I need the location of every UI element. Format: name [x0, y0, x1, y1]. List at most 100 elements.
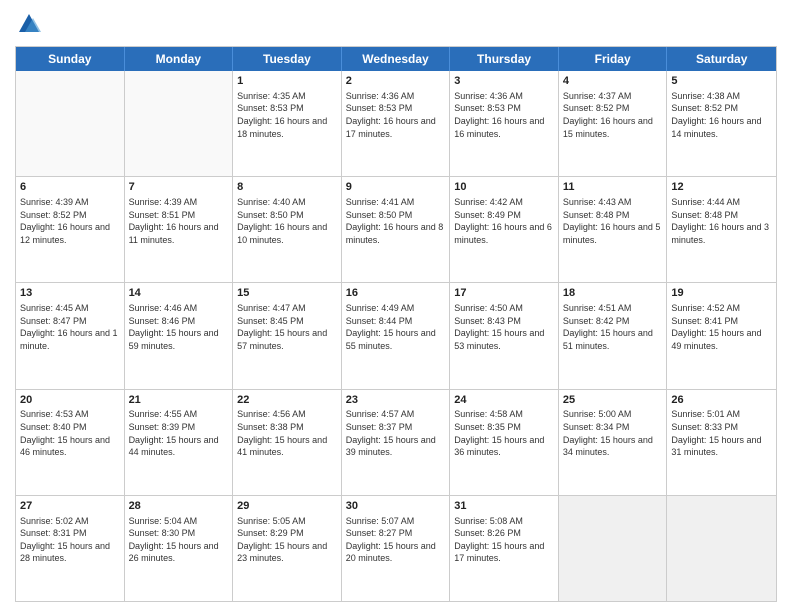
day-number: 16 [346, 286, 446, 301]
day-number: 9 [346, 180, 446, 195]
day-number: 29 [237, 499, 337, 514]
calendar-cell: 22Sunrise: 4:56 AM Sunset: 8:38 PM Dayli… [233, 390, 342, 495]
weekday-header: Saturday [667, 47, 776, 71]
calendar-row: 13Sunrise: 4:45 AM Sunset: 8:47 PM Dayli… [16, 283, 776, 389]
day-number: 17 [454, 286, 554, 301]
calendar-cell: 19Sunrise: 4:52 AM Sunset: 8:41 PM Dayli… [667, 283, 776, 388]
calendar-cell: 16Sunrise: 4:49 AM Sunset: 8:44 PM Dayli… [342, 283, 451, 388]
cell-info: Sunrise: 4:40 AM Sunset: 8:50 PM Dayligh… [237, 196, 337, 246]
day-number: 27 [20, 499, 120, 514]
calendar: SundayMondayTuesdayWednesdayThursdayFrid… [15, 46, 777, 602]
cell-info: Sunrise: 4:39 AM Sunset: 8:52 PM Dayligh… [20, 196, 120, 246]
cell-info: Sunrise: 4:57 AM Sunset: 8:37 PM Dayligh… [346, 408, 446, 458]
cell-info: Sunrise: 4:51 AM Sunset: 8:42 PM Dayligh… [563, 302, 663, 352]
weekday-header: Thursday [450, 47, 559, 71]
day-number: 11 [563, 180, 663, 195]
day-number: 3 [454, 74, 554, 89]
day-number: 26 [671, 393, 772, 408]
day-number: 1 [237, 74, 337, 89]
calendar-row: 1Sunrise: 4:35 AM Sunset: 8:53 PM Daylig… [16, 71, 776, 177]
cell-info: Sunrise: 5:01 AM Sunset: 8:33 PM Dayligh… [671, 408, 772, 458]
calendar-cell-empty [16, 71, 125, 176]
day-number: 21 [129, 393, 229, 408]
weekday-header: Wednesday [342, 47, 451, 71]
calendar-cell: 7Sunrise: 4:39 AM Sunset: 8:51 PM Daylig… [125, 177, 234, 282]
calendar-cell: 12Sunrise: 4:44 AM Sunset: 8:48 PM Dayli… [667, 177, 776, 282]
calendar-cell: 18Sunrise: 4:51 AM Sunset: 8:42 PM Dayli… [559, 283, 668, 388]
weekday-header: Sunday [16, 47, 125, 71]
calendar-cell: 14Sunrise: 4:46 AM Sunset: 8:46 PM Dayli… [125, 283, 234, 388]
cell-info: Sunrise: 4:41 AM Sunset: 8:50 PM Dayligh… [346, 196, 446, 246]
calendar-cell-empty [559, 496, 668, 601]
cell-info: Sunrise: 4:50 AM Sunset: 8:43 PM Dayligh… [454, 302, 554, 352]
cell-info: Sunrise: 4:42 AM Sunset: 8:49 PM Dayligh… [454, 196, 554, 246]
logo [15, 10, 47, 38]
calendar-cell: 3Sunrise: 4:36 AM Sunset: 8:53 PM Daylig… [450, 71, 559, 176]
cell-info: Sunrise: 5:00 AM Sunset: 8:34 PM Dayligh… [563, 408, 663, 458]
day-number: 7 [129, 180, 229, 195]
day-number: 20 [20, 393, 120, 408]
day-number: 5 [671, 74, 772, 89]
calendar-cell: 31Sunrise: 5:08 AM Sunset: 8:26 PM Dayli… [450, 496, 559, 601]
day-number: 25 [563, 393, 663, 408]
calendar-cell: 28Sunrise: 5:04 AM Sunset: 8:30 PM Dayli… [125, 496, 234, 601]
calendar-cell: 9Sunrise: 4:41 AM Sunset: 8:50 PM Daylig… [342, 177, 451, 282]
day-number: 13 [20, 286, 120, 301]
calendar-cell: 29Sunrise: 5:05 AM Sunset: 8:29 PM Dayli… [233, 496, 342, 601]
calendar-cell: 11Sunrise: 4:43 AM Sunset: 8:48 PM Dayli… [559, 177, 668, 282]
cell-info: Sunrise: 4:47 AM Sunset: 8:45 PM Dayligh… [237, 302, 337, 352]
cell-info: Sunrise: 4:37 AM Sunset: 8:52 PM Dayligh… [563, 90, 663, 140]
day-number: 10 [454, 180, 554, 195]
cell-info: Sunrise: 4:53 AM Sunset: 8:40 PM Dayligh… [20, 408, 120, 458]
day-number: 31 [454, 499, 554, 514]
calendar-cell: 15Sunrise: 4:47 AM Sunset: 8:45 PM Dayli… [233, 283, 342, 388]
weekday-header: Tuesday [233, 47, 342, 71]
calendar-row: 6Sunrise: 4:39 AM Sunset: 8:52 PM Daylig… [16, 177, 776, 283]
header [15, 10, 777, 38]
cell-info: Sunrise: 5:04 AM Sunset: 8:30 PM Dayligh… [129, 515, 229, 565]
cell-info: Sunrise: 4:36 AM Sunset: 8:53 PM Dayligh… [454, 90, 554, 140]
page: SundayMondayTuesdayWednesdayThursdayFrid… [0, 0, 792, 612]
day-number: 19 [671, 286, 772, 301]
cell-info: Sunrise: 4:44 AM Sunset: 8:48 PM Dayligh… [671, 196, 772, 246]
cell-info: Sunrise: 4:56 AM Sunset: 8:38 PM Dayligh… [237, 408, 337, 458]
day-number: 22 [237, 393, 337, 408]
cell-info: Sunrise: 5:05 AM Sunset: 8:29 PM Dayligh… [237, 515, 337, 565]
cell-info: Sunrise: 4:36 AM Sunset: 8:53 PM Dayligh… [346, 90, 446, 140]
calendar-cell: 17Sunrise: 4:50 AM Sunset: 8:43 PM Dayli… [450, 283, 559, 388]
calendar-cell: 25Sunrise: 5:00 AM Sunset: 8:34 PM Dayli… [559, 390, 668, 495]
calendar-cell-empty [125, 71, 234, 176]
day-number: 4 [563, 74, 663, 89]
day-number: 8 [237, 180, 337, 195]
calendar-cell: 20Sunrise: 4:53 AM Sunset: 8:40 PM Dayli… [16, 390, 125, 495]
calendar-cell: 26Sunrise: 5:01 AM Sunset: 8:33 PM Dayli… [667, 390, 776, 495]
day-number: 12 [671, 180, 772, 195]
cell-info: Sunrise: 4:38 AM Sunset: 8:52 PM Dayligh… [671, 90, 772, 140]
cell-info: Sunrise: 4:39 AM Sunset: 8:51 PM Dayligh… [129, 196, 229, 246]
calendar-cell: 13Sunrise: 4:45 AM Sunset: 8:47 PM Dayli… [16, 283, 125, 388]
logo-icon [15, 10, 43, 38]
calendar-cell: 24Sunrise: 4:58 AM Sunset: 8:35 PM Dayli… [450, 390, 559, 495]
day-number: 30 [346, 499, 446, 514]
cell-info: Sunrise: 5:08 AM Sunset: 8:26 PM Dayligh… [454, 515, 554, 565]
cell-info: Sunrise: 4:55 AM Sunset: 8:39 PM Dayligh… [129, 408, 229, 458]
calendar-cell: 8Sunrise: 4:40 AM Sunset: 8:50 PM Daylig… [233, 177, 342, 282]
calendar-row: 20Sunrise: 4:53 AM Sunset: 8:40 PM Dayli… [16, 390, 776, 496]
calendar-cell: 1Sunrise: 4:35 AM Sunset: 8:53 PM Daylig… [233, 71, 342, 176]
calendar-row: 27Sunrise: 5:02 AM Sunset: 8:31 PM Dayli… [16, 496, 776, 601]
day-number: 23 [346, 393, 446, 408]
calendar-cell: 6Sunrise: 4:39 AM Sunset: 8:52 PM Daylig… [16, 177, 125, 282]
cell-info: Sunrise: 4:52 AM Sunset: 8:41 PM Dayligh… [671, 302, 772, 352]
day-number: 24 [454, 393, 554, 408]
day-number: 2 [346, 74, 446, 89]
day-number: 28 [129, 499, 229, 514]
calendar-header: SundayMondayTuesdayWednesdayThursdayFrid… [16, 47, 776, 71]
cell-info: Sunrise: 4:45 AM Sunset: 8:47 PM Dayligh… [20, 302, 120, 352]
calendar-cell: 10Sunrise: 4:42 AM Sunset: 8:49 PM Dayli… [450, 177, 559, 282]
calendar-cell: 27Sunrise: 5:02 AM Sunset: 8:31 PM Dayli… [16, 496, 125, 601]
cell-info: Sunrise: 4:46 AM Sunset: 8:46 PM Dayligh… [129, 302, 229, 352]
calendar-cell-empty [667, 496, 776, 601]
cell-info: Sunrise: 4:43 AM Sunset: 8:48 PM Dayligh… [563, 196, 663, 246]
calendar-cell: 5Sunrise: 4:38 AM Sunset: 8:52 PM Daylig… [667, 71, 776, 176]
weekday-header: Friday [559, 47, 668, 71]
